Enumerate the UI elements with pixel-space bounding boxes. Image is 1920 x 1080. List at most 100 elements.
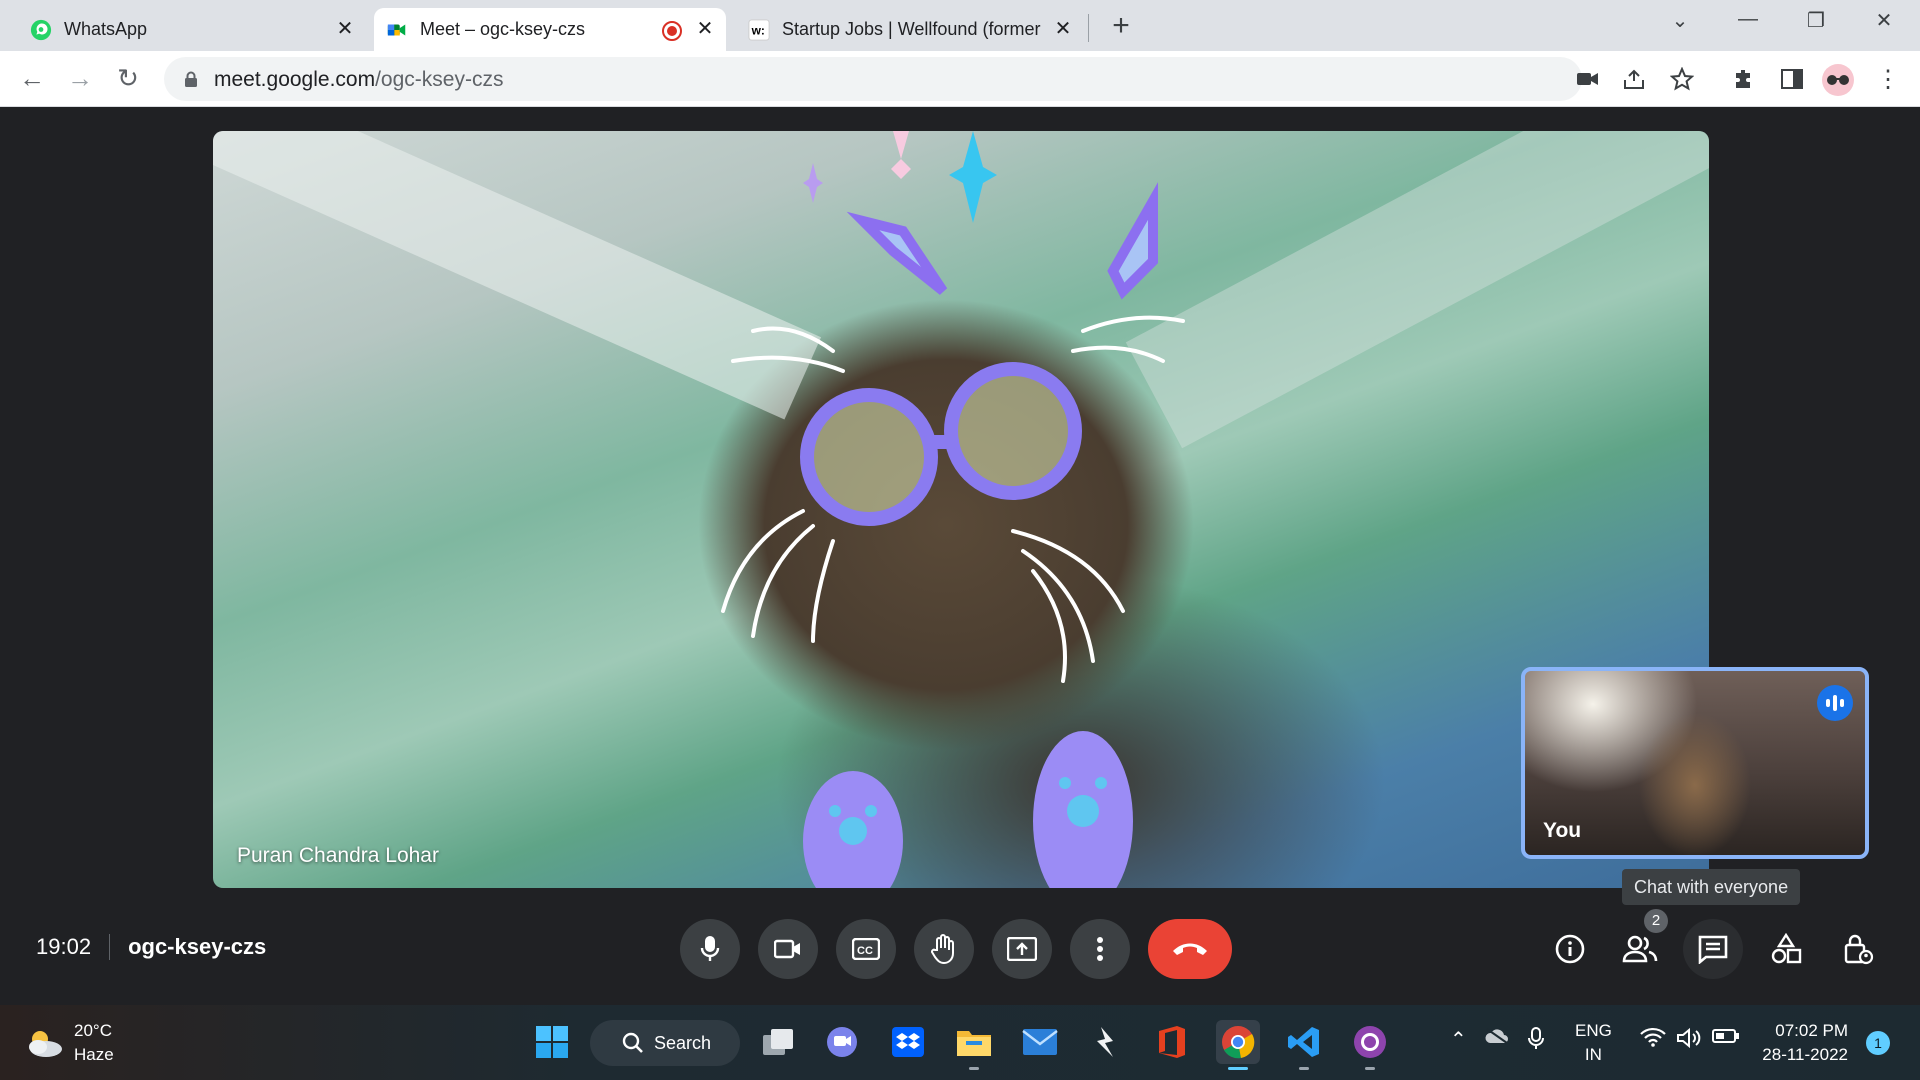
back-button[interactable]: ← [16,63,48,95]
taskbar-cursor-app[interactable] [1084,1020,1128,1064]
taskbar-search[interactable]: Search [590,1020,740,1066]
system-clock[interactable]: 07:02 PM 28-11-2022 [1748,1019,1848,1067]
extensions-icon[interactable] [1730,65,1758,93]
tab-meet[interactable]: Meet – ogc-ksey-czs ✕ [374,8,726,51]
cat-face-filter [721,131,1185,888]
taskbar-teams-chat[interactable] [820,1020,864,1064]
self-label: You [1543,819,1582,842]
glasses-icon [1827,75,1849,85]
dropbox-icon [892,1027,924,1057]
microphone-icon [700,936,720,961]
lightning-app-icon [1097,1027,1113,1057]
meeting-time: 19:02 [36,934,92,959]
tab-wellfound[interactable]: w: Startup Jobs | Wellfound (former ✕ [736,8,1084,51]
weather-temp: 20°C [74,1021,112,1040]
search-icon [622,1032,643,1053]
address-bar[interactable]: meet.google.com/ogc-ksey-czs [164,57,1582,101]
meeting-details-button[interactable] [1546,925,1594,973]
tab-title: WhatsApp [64,19,148,39]
close-tab-icon[interactable]: ✕ [694,18,716,40]
present-to-all-icon [1007,937,1037,961]
teams-chat-icon [827,1027,857,1057]
taskbar-file-explorer[interactable] [952,1020,996,1070]
people-icon [1622,935,1658,963]
running-indicator [1228,1067,1248,1070]
task-view-button[interactable] [756,1020,800,1064]
participant-name: Puran Chandra Lohar [237,844,439,867]
camera-in-use-icon[interactable] [1574,65,1602,93]
camera-button[interactable] [758,919,818,979]
reload-button[interactable]: ↻ [112,63,144,95]
chat-icon [1698,935,1728,964]
lang-line2: IN [1584,1045,1602,1064]
videocam-icon [774,939,800,959]
forward-button[interactable]: → [64,63,96,95]
clock-time: 07:02 PM [1775,1021,1848,1040]
browser-toolbar: ← → ↻ meet.google.com/ogc-ksey-czs ⋮ [0,51,1920,107]
present-screen-button[interactable] [992,919,1052,979]
wellfound-icon: w: [748,18,770,41]
main-participant-video[interactable]: Puran Chandra Lohar [213,131,1709,888]
activities-button[interactable] [1762,925,1810,973]
microphone-in-use-icon[interactable] [1528,1027,1544,1057]
taskbar-vscode[interactable] [1282,1020,1326,1070]
new-tab-button[interactable]: + [1104,10,1138,44]
close-window-button[interactable]: ✕ [1864,8,1904,36]
profile-avatar[interactable] [1822,64,1854,96]
more-options-button[interactable] [1070,919,1130,979]
notification-badge[interactable]: 1 [1866,1031,1890,1055]
running-indicator [969,1067,979,1070]
tab-title: Meet – ogc-ksey-czs [420,19,586,39]
office-icon [1159,1026,1185,1058]
close-tab-icon[interactable]: ✕ [1052,18,1074,40]
taskbar-github-desktop[interactable] [1348,1020,1392,1070]
tab-search-chevron-icon[interactable]: ⌄ [1660,8,1700,36]
volume-icon[interactable] [1676,1027,1702,1055]
raise-hand-button[interactable] [914,919,974,979]
side-panel-icon[interactable] [1778,65,1806,93]
chat-button[interactable] [1683,919,1743,979]
meeting-info-divider [109,934,111,960]
start-button[interactable] [530,1020,574,1064]
more-vert-icon [1097,937,1103,961]
participant-count-badge: 2 [1644,909,1668,933]
self-view-tile[interactable]: You [1521,667,1869,859]
battery-icon[interactable] [1712,1027,1740,1050]
onedrive-offline-icon[interactable] [1484,1027,1510,1051]
chrome-icon [1222,1026,1255,1059]
address-url: meet.google.com/ogc-ksey-czs [214,68,503,92]
lock-icon [185,71,197,87]
activities-shapes-icon [1771,933,1802,964]
taskbar-office[interactable] [1150,1020,1194,1064]
captions-button[interactable]: CC [836,919,896,979]
url-path: /ogc-ksey-czs [375,68,504,91]
wifi-icon[interactable] [1640,1027,1666,1053]
taskbar-mail[interactable] [1018,1020,1062,1064]
share-icon[interactable] [1620,65,1648,93]
host-controls-button[interactable] [1834,925,1882,973]
microphone-button[interactable] [680,919,740,979]
taskbar-dropbox[interactable] [886,1020,930,1064]
taskbar-chrome[interactable] [1216,1020,1260,1070]
chat-tooltip: Chat with everyone [1622,869,1801,905]
folder-icon [957,1031,991,1056]
input-language[interactable]: ENG IN [1575,1019,1612,1067]
browser-menu-icon[interactable]: ⋮ [1874,65,1902,93]
show-hidden-icons-chevron-icon[interactable]: ⌃ [1450,1027,1467,1052]
google-meet-icon [387,24,406,35]
bookmark-star-icon[interactable] [1668,65,1696,93]
whatsapp-icon [30,19,52,40]
speaking-indicator-icon [1817,685,1853,721]
tab-whatsapp[interactable]: WhatsApp ✕ [18,8,366,51]
minimize-button[interactable]: — [1728,8,1768,36]
vscode-icon [1288,1027,1319,1057]
leave-call-button[interactable] [1148,919,1232,979]
search-label: Search [654,1032,712,1053]
restore-button[interactable]: ❐ [1796,8,1836,36]
weather-widget[interactable]: 20°C Haze [24,1019,114,1067]
call-end-icon [1173,943,1207,955]
mail-icon [1022,1029,1058,1055]
browser-tab-strip: WhatsApp ✕ Meet – ogc-ksey-czs ✕ w: Star… [0,0,1920,51]
close-tab-icon[interactable]: ✕ [334,18,356,40]
tab-divider [1088,14,1089,42]
